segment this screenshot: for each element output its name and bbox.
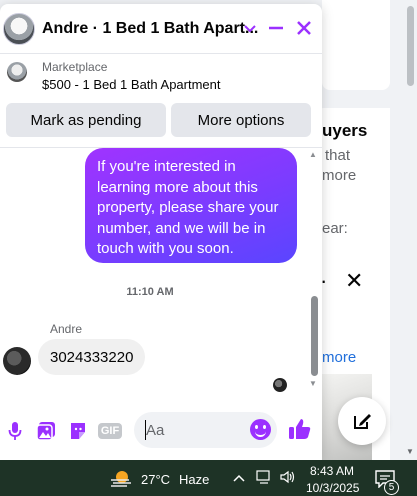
show-hidden-icons-icon[interactable] xyxy=(233,470,245,486)
minimize-icon[interactable] xyxy=(264,16,288,40)
notification-count-badge: 5 xyxy=(384,480,399,495)
input-placeholder: Aa xyxy=(146,422,165,439)
background-text: more xyxy=(322,167,357,184)
listing-title[interactable]: $500 - 1 Bed 1 Bath Apartment xyxy=(42,77,221,92)
chevron-down-icon[interactable] xyxy=(238,16,262,40)
seen-indicator-avatar xyxy=(273,378,287,392)
sticker-icon[interactable] xyxy=(67,420,89,442)
listing-label: Marketplace xyxy=(42,60,108,74)
weather-condition[interactable]: Haze xyxy=(179,472,209,487)
conversation-avatar[interactable] xyxy=(3,13,35,45)
close-icon[interactable]: ✕ xyxy=(345,268,363,294)
scrollbar-thumb[interactable] xyxy=(407,6,414,86)
chat-scrollbar[interactable]: ▲ ▼ xyxy=(309,148,320,390)
clock-time[interactable]: 8:43 AM xyxy=(310,464,354,478)
microphone-icon[interactable] xyxy=(4,420,26,442)
scroll-down-icon[interactable]: ▼ xyxy=(406,447,414,456)
scroll-down-icon[interactable]: ▼ xyxy=(309,379,317,388)
emoji-icon[interactable] xyxy=(250,419,271,440)
background-card-top xyxy=(322,0,390,90)
incoming-message[interactable]: 3024333220 xyxy=(38,339,146,375)
marketplace-thumbnail xyxy=(7,62,27,82)
new-message-button[interactable] xyxy=(338,397,386,445)
photo-icon[interactable] xyxy=(35,420,57,442)
chat-scrollbar-thumb[interactable] xyxy=(311,296,318,376)
time-separator: 11:10 AM xyxy=(126,286,174,298)
chat-title[interactable]: Andre · 1 Bed 1 Bath Apart... xyxy=(42,20,258,38)
chat-header: Andre · 1 Bed 1 Bath Apart... xyxy=(0,4,322,54)
background-heading: uyers xyxy=(322,121,368,140)
avatar[interactable] xyxy=(3,347,31,375)
network-icon[interactable] xyxy=(256,470,272,487)
clock-date[interactable]: 10/3/2025 xyxy=(306,481,359,495)
scroll-up-icon[interactable]: ▲ xyxy=(309,150,317,159)
close-chat-icon[interactable] xyxy=(292,16,316,40)
compose-icon xyxy=(354,414,371,429)
gif-icon[interactable]: GIF xyxy=(97,420,123,442)
sender-name: Andre xyxy=(50,322,83,336)
volume-icon[interactable] xyxy=(280,470,296,487)
temperature[interactable]: 27°C xyxy=(141,472,170,487)
see-more-link[interactable]: more xyxy=(322,349,356,366)
outgoing-message[interactable]: If you're interested in learning more ab… xyxy=(85,148,297,263)
more-options-button[interactable]: More options xyxy=(171,103,311,137)
mark-as-pending-button[interactable]: Mark as pending xyxy=(6,103,166,137)
thumbs-up-icon[interactable] xyxy=(288,417,312,441)
background-text: that xyxy=(325,147,351,164)
background-text: ear: xyxy=(322,220,348,237)
weather-haze-icon[interactable] xyxy=(109,468,133,490)
page-scrollbar[interactable]: ▼ xyxy=(404,0,417,460)
